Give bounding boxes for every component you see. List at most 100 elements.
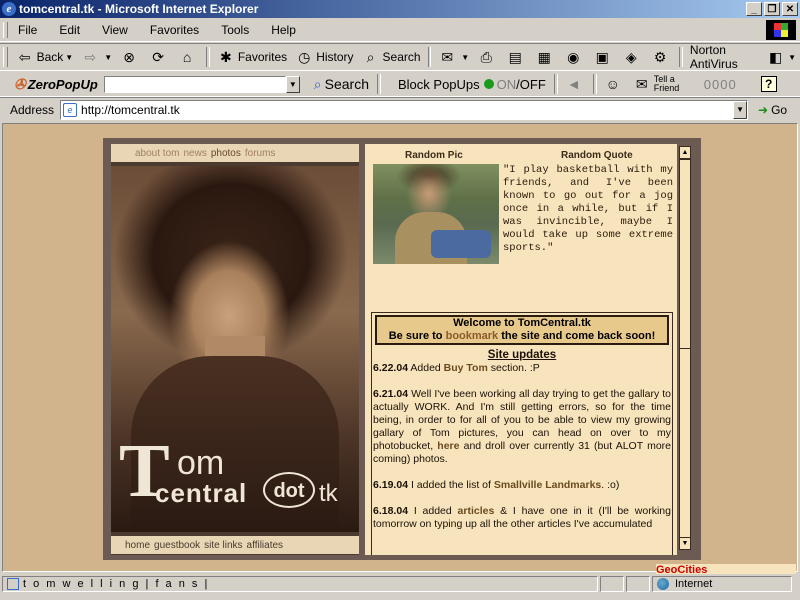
random-pic-image[interactable] bbox=[373, 164, 499, 264]
discuss-icon: ▦ bbox=[537, 48, 551, 65]
window-title: tomcentral.tk - Microsoft Internet Explo… bbox=[19, 2, 259, 16]
status-dot-icon bbox=[483, 79, 494, 89]
sound-button[interactable]: ◄ bbox=[561, 72, 590, 96]
chevron-down-icon[interactable]: ▼ bbox=[461, 53, 469, 62]
help-icon: ? bbox=[760, 76, 777, 92]
back-button[interactable]: ⇦ Back ▼ bbox=[12, 45, 78, 69]
top-nav: about tom news photos forums bbox=[111, 144, 359, 162]
status-text-pane: t o m w e l l i n g | f a n s | bbox=[2, 576, 598, 592]
home-button[interactable]: ⌂ bbox=[174, 45, 203, 69]
history-button[interactable]: ◷ History bbox=[291, 45, 357, 69]
update-text: Added bbox=[408, 362, 444, 374]
buy-tom-link[interactable]: Buy Tom bbox=[444, 362, 488, 374]
chevron-down-icon[interactable]: ▼ bbox=[65, 53, 73, 62]
address-url: http://tomcentral.tk bbox=[81, 102, 180, 117]
go-button[interactable]: ➜ Go bbox=[758, 103, 787, 117]
scroll-down-icon[interactable]: ▼ bbox=[680, 537, 690, 549]
favorites-label: Favorites bbox=[237, 50, 288, 64]
edit-button[interactable]: ▤ bbox=[502, 45, 531, 69]
tools-button[interactable]: ⚙ bbox=[647, 45, 676, 69]
research-button[interactable]: ▣ bbox=[589, 45, 618, 69]
toolbar-grip[interactable] bbox=[3, 22, 8, 38]
left-panel: about tom news photos forums T om centra… bbox=[111, 144, 359, 555]
nav-link-home[interactable]: home bbox=[125, 540, 150, 551]
favorites-button[interactable]: ✱ Favorites bbox=[213, 45, 291, 69]
welcome-line1: Welcome to TomCentral.tk bbox=[453, 317, 591, 329]
content-scrollbar[interactable]: ▲ ▼ bbox=[679, 146, 691, 550]
bookmark-link[interactable]: bookmark bbox=[446, 330, 499, 342]
print-button[interactable]: ⎙ bbox=[473, 45, 502, 69]
title-bar: e tomcentral.tk - Microsoft Internet Exp… bbox=[0, 0, 800, 18]
pic-jeans bbox=[431, 230, 491, 258]
chevron-down-icon[interactable]: ▼ bbox=[788, 53, 796, 62]
zeropopup-search-button[interactable]: ⌕ Search bbox=[314, 76, 369, 93]
block-popups-toggle[interactable]: Block PopUps ON /OFF bbox=[398, 77, 546, 92]
stop-icon: ⊗ bbox=[123, 48, 135, 65]
nav-link-forums[interactable]: forums bbox=[245, 148, 276, 159]
toolbar-separator bbox=[592, 74, 597, 94]
zeropopup-search-input[interactable] bbox=[103, 75, 286, 93]
notes-button[interactable]: ◈ bbox=[618, 45, 647, 69]
refresh-button[interactable]: ⟳ bbox=[145, 45, 174, 69]
nav-link-affiliates[interactable]: affiliates bbox=[247, 540, 284, 551]
menu-view[interactable]: View bbox=[98, 21, 132, 39]
discuss-button[interactable]: ▦ bbox=[531, 45, 560, 69]
articles-link[interactable]: articles bbox=[458, 505, 495, 517]
update-entry: 6.22.04 Added Buy Tom section. :P bbox=[373, 362, 671, 375]
help-button[interactable]: ? bbox=[757, 72, 781, 96]
logo-central: central bbox=[155, 478, 248, 508]
chevron-down-icon[interactable]: ▼ bbox=[733, 100, 748, 119]
toolbar-separator bbox=[427, 47, 432, 67]
chevron-down-icon[interactable]: ▼ bbox=[104, 53, 112, 62]
nav-link-site-links[interactable]: site links bbox=[204, 540, 242, 551]
messenger-button[interactable]: ◉ bbox=[560, 45, 589, 69]
go-arrow-icon: ➜ bbox=[758, 102, 769, 117]
tell-a-friend-button[interactable]: ✉ Tell a Friend bbox=[629, 72, 688, 96]
content-panel: Random Pic Random Quote "I play basketba… bbox=[365, 144, 677, 555]
minimize-button[interactable]: _ bbox=[746, 2, 762, 16]
users-icon: ☺ bbox=[605, 76, 620, 92]
stop-button[interactable]: ⊗ bbox=[116, 45, 145, 69]
print-icon: ⎙ bbox=[480, 48, 492, 65]
on-label: ON bbox=[496, 76, 517, 92]
close-button[interactable]: ✕ bbox=[782, 2, 798, 16]
users-button[interactable]: ☺ bbox=[600, 72, 629, 96]
on-off-switch[interactable]: ON /OFF bbox=[483, 76, 546, 92]
menu-tools[interactable]: Tools bbox=[217, 21, 253, 39]
zeropopup-brand: ZeroPopUp bbox=[27, 76, 98, 92]
page-icon: e bbox=[63, 102, 78, 117]
tom-portrait-image: T om central dot tk bbox=[111, 166, 359, 532]
menu-edit[interactable]: Edit bbox=[55, 21, 84, 39]
status-pane bbox=[626, 576, 650, 592]
scroll-up-icon[interactable]: ▲ bbox=[680, 147, 690, 159]
edit-page-icon: ▤ bbox=[508, 48, 522, 65]
norton-antivirus-button[interactable]: Norton AntiVirus ◧ ▼ bbox=[686, 43, 800, 71]
mail-button[interactable]: ✉ ▼ bbox=[434, 45, 473, 69]
nav-link-about-tom[interactable]: about tom bbox=[135, 148, 179, 159]
nav-link-guestbook[interactable]: guestbook bbox=[154, 540, 200, 551]
block-popups-label: Block PopUps bbox=[398, 76, 480, 92]
zeropopup-logo[interactable]: ✇ ZeroPopUp bbox=[14, 76, 98, 93]
search-button[interactable]: ⌕ Search bbox=[358, 45, 425, 69]
smallville-landmarks-link[interactable]: Smallville Landmarks bbox=[494, 479, 601, 491]
forward-button[interactable]: ⇨ ▼ bbox=[77, 45, 116, 69]
update-text: section. :P bbox=[487, 362, 540, 374]
history-label: History bbox=[316, 50, 354, 64]
scroll-thumb[interactable] bbox=[680, 159, 690, 349]
menu-favorites[interactable]: Favorites bbox=[146, 21, 203, 39]
address-bar: Address e http://tomcentral.tk ▼ ➜ Go bbox=[0, 97, 800, 121]
welcome-line2: Be sure to bookmark the site and come ba… bbox=[377, 330, 667, 343]
nav-link-photos[interactable]: photos bbox=[211, 148, 241, 159]
update-date: 6.19.04 bbox=[373, 479, 409, 491]
norton-label: Norton AntiVirus bbox=[689, 43, 738, 71]
menu-help[interactable]: Help bbox=[267, 21, 300, 39]
toolbar-separator bbox=[553, 74, 558, 94]
maximize-button[interactable]: ❐ bbox=[764, 2, 780, 16]
toolbar-grip[interactable] bbox=[3, 47, 8, 67]
photobucket-link[interactable]: here bbox=[437, 440, 459, 452]
geocities-badge[interactable]: GeoCities bbox=[656, 564, 796, 574]
address-input[interactable]: e http://tomcentral.tk ▼ bbox=[60, 99, 749, 120]
nav-link-news[interactable]: news bbox=[183, 148, 206, 159]
chevron-down-icon[interactable]: ▼ bbox=[285, 75, 300, 93]
menu-file[interactable]: File bbox=[14, 21, 41, 39]
